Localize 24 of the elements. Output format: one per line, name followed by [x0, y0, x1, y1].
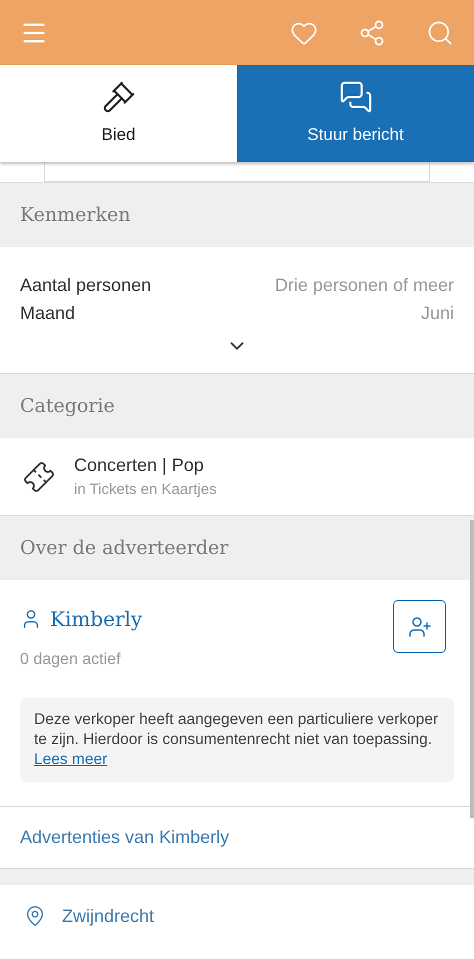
user-plus-icon: [408, 614, 432, 638]
section-title: Kenmerken: [20, 202, 131, 228]
seller-ads-link[interactable]: Advertenties van Kimberly: [20, 824, 230, 851]
category-parent: in Tickets en Kaartjes: [74, 480, 217, 500]
feature-value: Drie personen of meer: [274, 274, 454, 297]
location-name[interactable]: Zwijndrecht: [62, 902, 154, 930]
feature-label: Maand: [20, 302, 76, 325]
follow-button[interactable]: [393, 600, 446, 653]
gavel-icon: [102, 80, 136, 114]
location-icon: [24, 905, 46, 927]
action-button[interactable]: Bied: [0, 65, 237, 162]
section-title: Over de adverteerder: [20, 536, 228, 561]
search-icon[interactable]: [426, 18, 454, 46]
feature-value: Juni: [420, 302, 454, 325]
section-title: Categorie: [20, 394, 115, 419]
notice-text: Deze verkoper heeft aangegeven een particuliere verkoper te zijn. Hierdoor is consumentenrecht niet van toepassing. Lees meer: [34, 710, 440, 770]
feature-label: Aantal personen: [20, 274, 152, 297]
category-name: Concerten | Pop: [74, 454, 205, 477]
chat-icon: [338, 80, 372, 114]
read-more-link[interactable]: Lees meer: [34, 751, 108, 768]
seller-activity: 0 dagen actief: [20, 650, 122, 670]
share-icon[interactable]: [358, 18, 386, 46]
action-button[interactable]: Stuur bericht: [237, 65, 474, 162]
seller-name[interactable]: Kimberly: [50, 604, 142, 634]
